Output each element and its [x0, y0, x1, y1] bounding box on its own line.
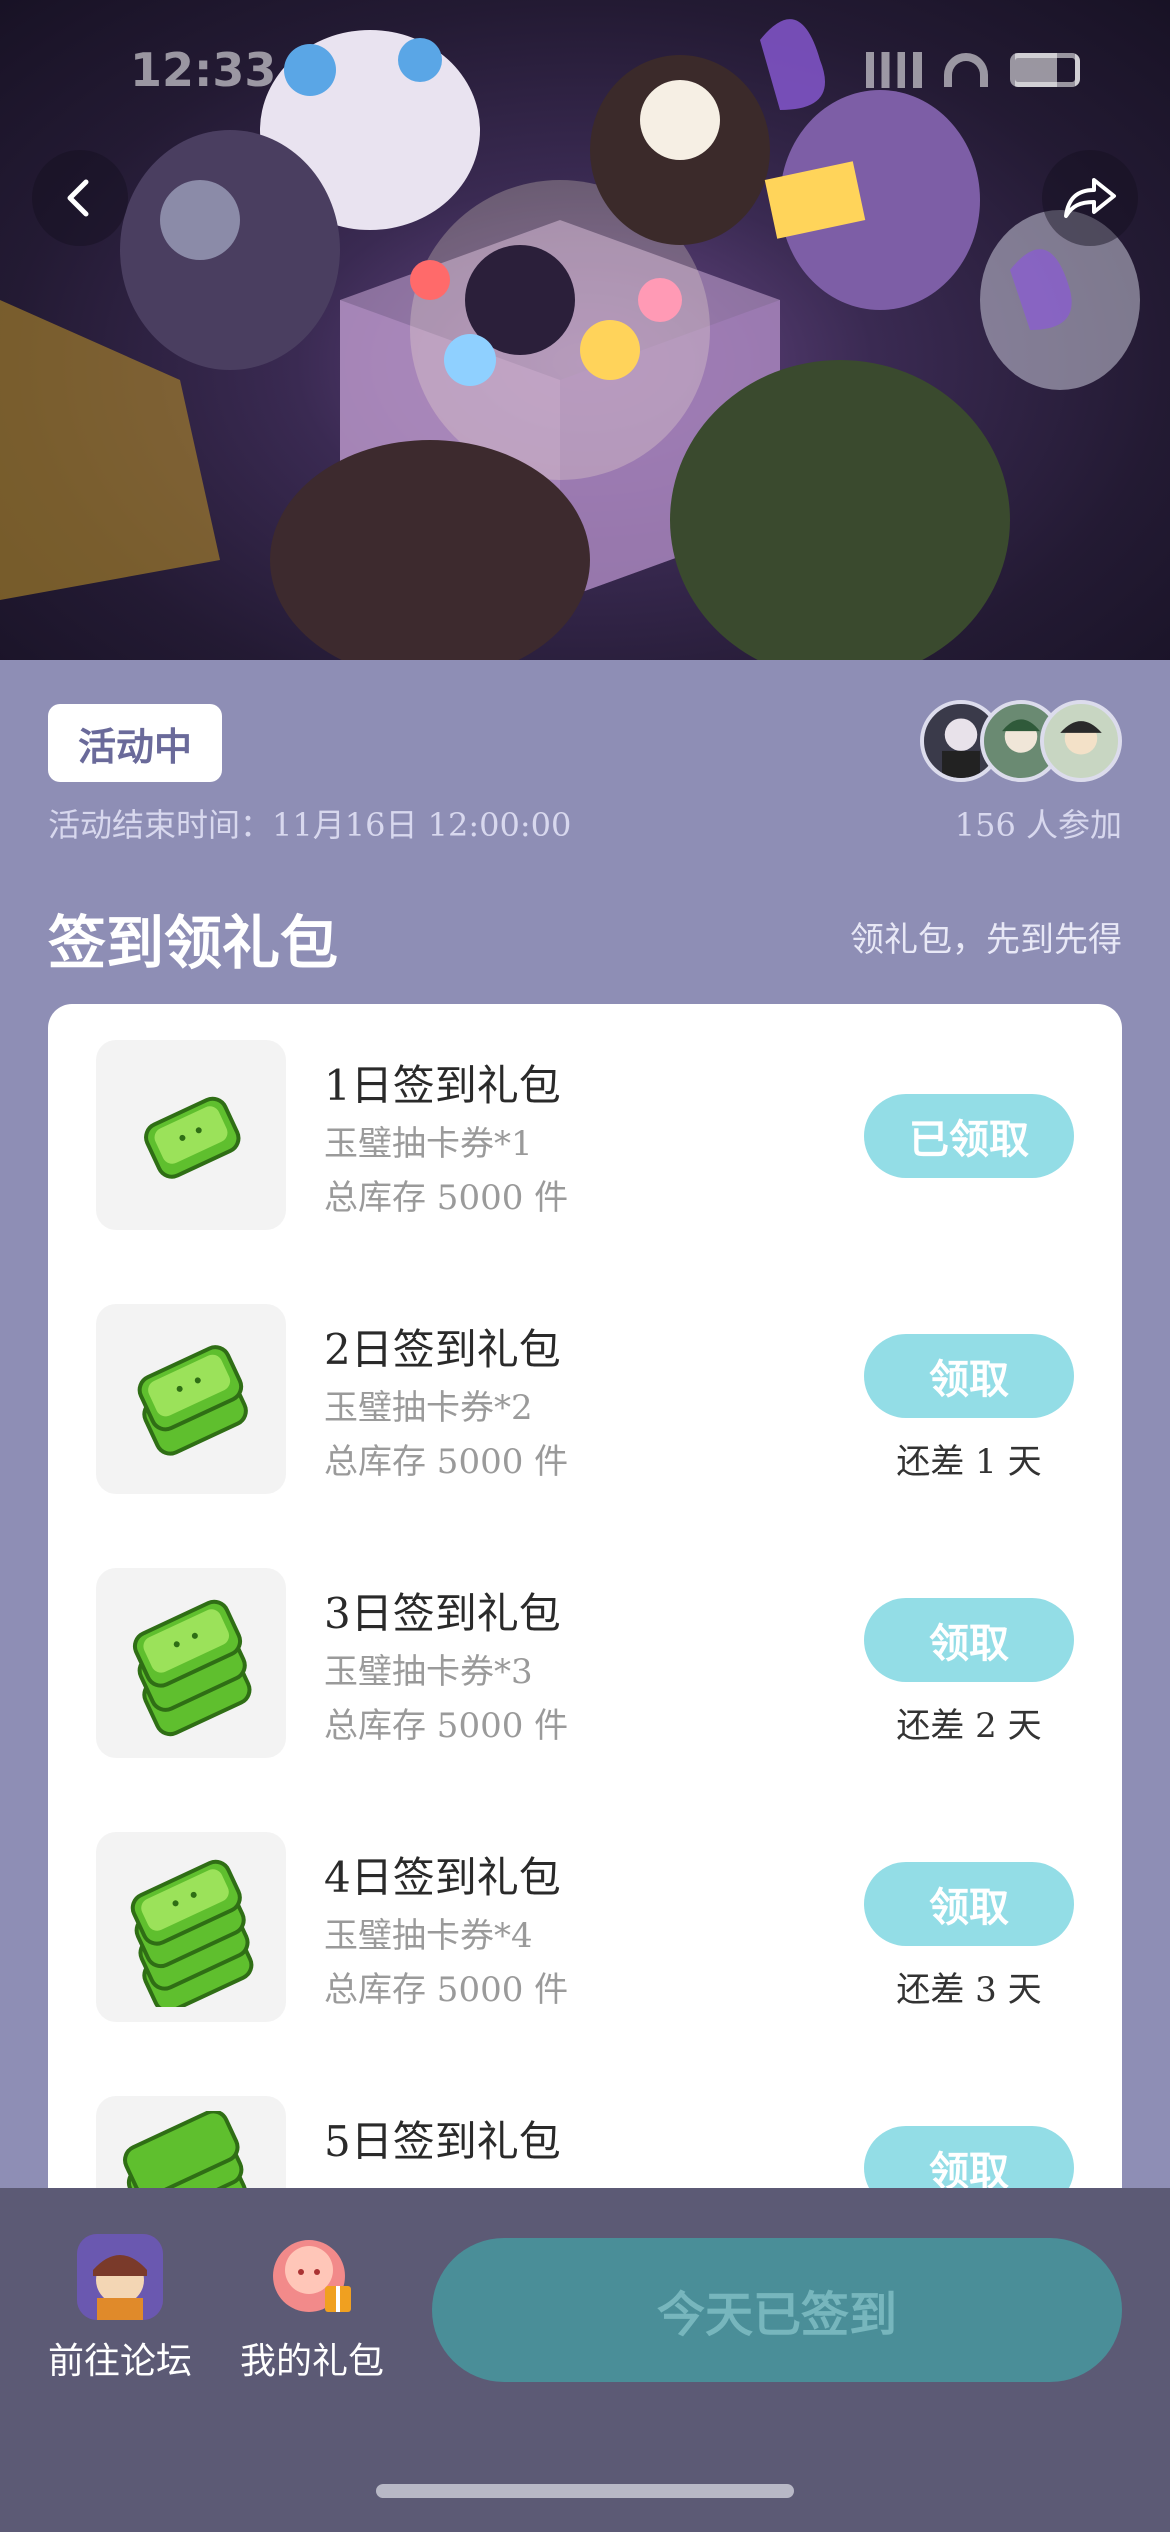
claim-button[interactable]: 领取 — [864, 1598, 1074, 1682]
claim-button[interactable]: 领取 — [864, 1334, 1074, 1418]
event-status-badge: 活动中 — [48, 704, 222, 782]
signal-icon — [866, 52, 922, 88]
my-gifts-label: 我的礼包 — [239, 2341, 384, 2382]
reward-description: 玉璧抽卡券*1 — [324, 1124, 533, 1164]
page: 12:33 活动中 活动结束时间：11月16日 12:00:00 156 人参加… — [0, 0, 1170, 2532]
event-end-time: 活动结束时间：11月16日 12:00:00 — [48, 806, 572, 844]
participant-avatars[interactable] — [920, 700, 1122, 782]
reward-title: 3日签到礼包 — [324, 1589, 561, 1638]
hero-banner: 12:33 — [0, 0, 1170, 660]
ticket-icon — [96, 1568, 286, 1758]
reward-description: 玉璧抽卡券*4 — [324, 1916, 533, 1956]
forum-label: 前往论坛 — [47, 2341, 192, 2382]
ticket-icon — [96, 1304, 286, 1494]
home-indicator[interactable] — [376, 2484, 794, 2498]
reward-stock: 总库存 5000 件 — [324, 1442, 569, 1482]
reward-stock: 总库存 5000 件 — [324, 1706, 569, 1746]
reward-stock: 总库存 5000 件 — [324, 1178, 569, 1218]
status-icons — [866, 52, 1080, 88]
ticket-icon — [96, 1040, 286, 1230]
back-button[interactable] — [32, 150, 128, 246]
reward-description: 玉璧抽卡券*2 — [324, 1388, 533, 1428]
reward-row: 4日签到礼包 玉璧抽卡券*4 总库存 5000 件 领取 还差 3 天 — [48, 1796, 1122, 2022]
gift-icon — [269, 2234, 355, 2320]
reward-list-card: 1日签到礼包 玉璧抽卡券*1 总库存 5000 件 已领取 2日签到礼包 玉璧抽… — [48, 1004, 1122, 2264]
reward-title: 4日签到礼包 — [324, 1853, 561, 1902]
chevron-left-icon — [67, 179, 89, 217]
claimed-button[interactable]: 已领取 — [864, 1094, 1074, 1178]
days-remaining: 还差 1 天 — [896, 1442, 1042, 1482]
avatar — [1040, 700, 1122, 782]
forum-nav-button[interactable]: 前往论坛 — [40, 2234, 200, 2384]
battery-icon — [1010, 53, 1080, 87]
share-button[interactable] — [1042, 150, 1138, 246]
reward-row: 2日签到礼包 玉璧抽卡券*2 总库存 5000 件 领取 还差 1 天 — [48, 1268, 1122, 1494]
status-bar: 12:33 — [130, 40, 1080, 100]
section-subtitle: 领礼包，先到先得 — [850, 920, 1122, 960]
share-icon — [1064, 178, 1116, 218]
wifi-icon — [944, 53, 988, 87]
participant-count: 156 人参加 — [954, 806, 1122, 844]
my-gifts-nav-button[interactable]: 我的礼包 — [232, 2234, 392, 2384]
ticket-icon — [96, 1832, 286, 2022]
reward-title: 2日签到礼包 — [324, 1325, 561, 1374]
claim-button[interactable]: 领取 — [864, 1862, 1074, 1946]
signed-in-today-button[interactable]: 今天已签到 — [432, 2238, 1122, 2382]
reward-row: 3日签到礼包 玉璧抽卡券*3 总库存 5000 件 领取 还差 2 天 — [48, 1532, 1122, 1758]
section-title: 签到领礼包 — [48, 909, 339, 977]
reward-title: 1日签到礼包 — [324, 1061, 561, 1110]
reward-stock: 总库存 5000 件 — [324, 1970, 569, 2010]
reward-row: 1日签到礼包 玉璧抽卡券*1 总库存 5000 件 已领取 — [48, 1004, 1122, 1230]
bottom-bar: 前往论坛 我的礼包 今天已签到 — [0, 2188, 1170, 2532]
status-time: 12:33 — [130, 43, 277, 97]
reward-description: 玉璧抽卡券*3 — [324, 1652, 533, 1692]
forum-icon — [77, 2234, 163, 2320]
days-remaining: 还差 3 天 — [896, 1970, 1042, 2010]
days-remaining: 还差 2 天 — [896, 1706, 1042, 1746]
reward-title: 5日签到礼包 — [324, 2117, 561, 2166]
